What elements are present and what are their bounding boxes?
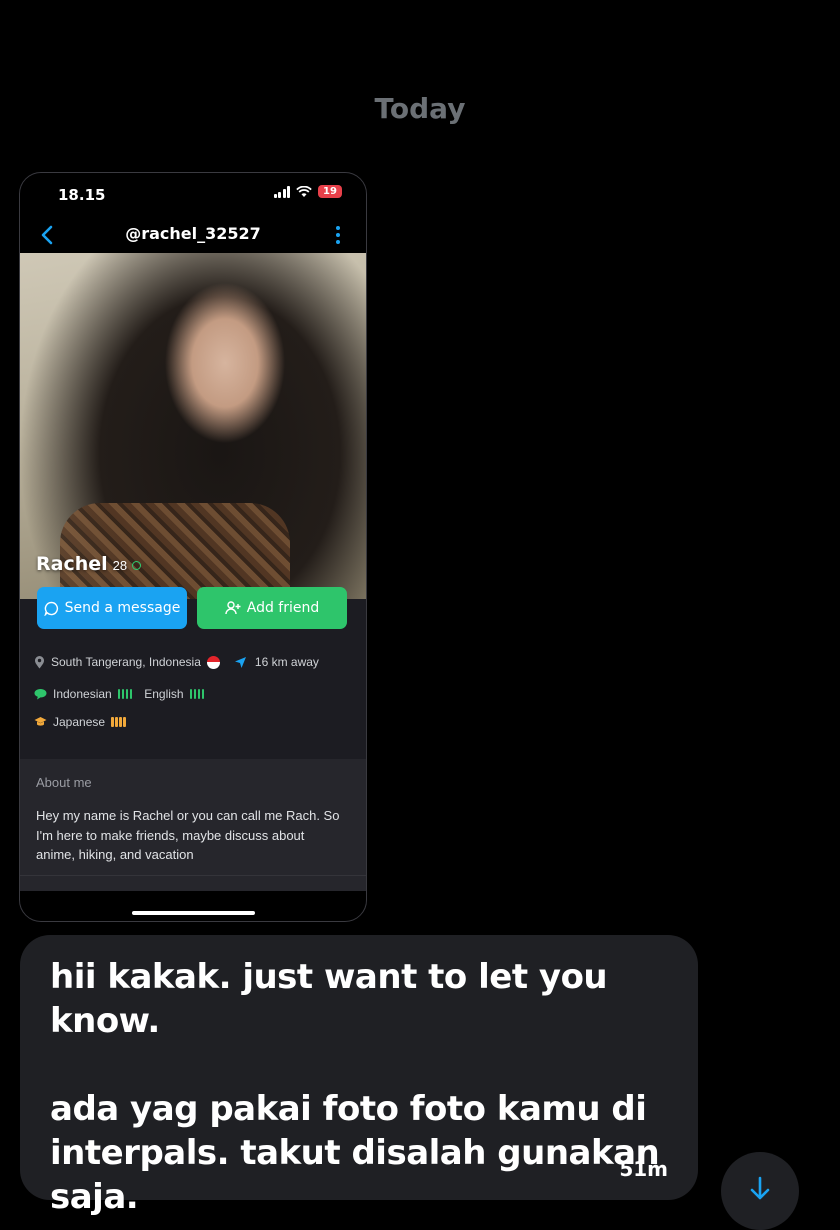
app-header: @rachel_32527 <box>20 217 366 253</box>
language-name: English <box>144 687 184 701</box>
profile-photo <box>20 253 366 599</box>
language-level-icon <box>189 689 205 699</box>
profile-name: Rachel <box>36 553 108 575</box>
add-friend-label: Add friend <box>246 600 320 616</box>
divider <box>20 875 366 876</box>
location-text: South Tangerang, Indonesia <box>51 655 201 669</box>
learning-cap-icon <box>34 717 47 726</box>
profile-age: 28 <box>112 558 128 573</box>
scroll-to-bottom-button[interactable] <box>721 1152 799 1230</box>
arrow-down-icon <box>750 1176 770 1200</box>
language-level-icon <box>117 689 133 699</box>
send-message-label: Send a message <box>64 600 181 616</box>
home-bar <box>20 891 366 921</box>
language-name: Indonesian <box>53 687 112 701</box>
online-status-icon <box>132 561 142 570</box>
navigation-arrow-icon <box>234 656 246 668</box>
distance-text: 16 km away <box>254 655 319 669</box>
battery-icon: 19 <box>318 185 342 198</box>
add-friend-button: Add friend <box>197 587 347 629</box>
more-options-icon <box>336 226 340 244</box>
location-row: South Tangerang, Indonesia 16 km away <box>34 655 319 669</box>
languages-row-1: Indonesian English <box>34 687 205 701</box>
profile-photo-detail <box>60 503 290 599</box>
languages-row-2: Japanese <box>34 715 126 729</box>
signal-icon <box>273 185 290 198</box>
wifi-icon <box>296 185 312 197</box>
add-user-icon <box>225 601 241 615</box>
chat-bubble-icon <box>44 601 58 616</box>
about-text: Hey my name is Rachel or you can call me… <box>36 808 340 862</box>
status-icons: 19 <box>273 185 342 198</box>
message-text: hii kakak. just want to let you know. ad… <box>50 957 660 1217</box>
speaking-language-icon <box>34 689 47 700</box>
profile-username: @rachel_32527 <box>125 224 261 243</box>
message-bubble[interactable]: hii kakak. just want to let you know. ad… <box>20 935 698 1217</box>
shared-screenshot-image[interactable]: 18.15 19 @rachel_32527 Rachel 28 Send a … <box>19 172 367 922</box>
message-timestamp: 51m <box>619 1157 668 1181</box>
send-message-button: Send a message <box>37 587 187 629</box>
language-level-icon <box>111 717 126 727</box>
status-bar: 18.15 19 <box>20 173 366 217</box>
profile-name-row: Rachel 28 <box>36 553 142 575</box>
about-title: About me <box>36 775 92 790</box>
home-indicator <box>132 911 255 915</box>
date-separator: Today <box>374 92 466 125</box>
status-time: 18.15 <box>58 186 106 204</box>
language-name: Japanese <box>53 715 106 729</box>
location-pin-icon <box>35 656 44 669</box>
indonesia-flag-icon <box>206 655 220 669</box>
